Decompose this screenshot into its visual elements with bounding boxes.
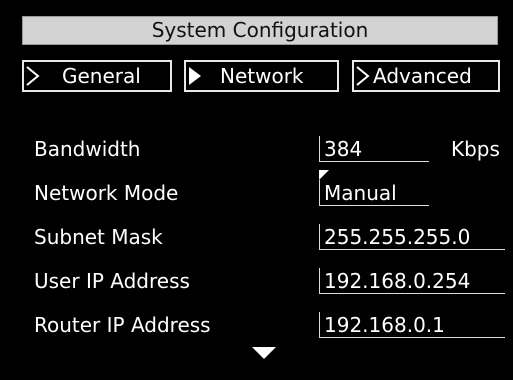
subnet-mask-field[interactable]: 255.255.255.0	[319, 224, 505, 250]
page-title: System Configuration	[22, 16, 498, 45]
router-ip-label: Router IP Address	[34, 313, 211, 337]
tab-label: Advanced	[373, 64, 472, 88]
user-ip-label: User IP Address	[34, 269, 190, 293]
chevron-right-icon	[26, 66, 40, 86]
tab-label: General	[62, 64, 141, 88]
chevron-right-icon	[356, 66, 370, 86]
bandwidth-unit: Kbps	[451, 137, 500, 161]
network-mode-label: Network Mode	[34, 181, 179, 205]
tab-general[interactable]: General	[22, 60, 172, 92]
bandwidth-field[interactable]: 384	[319, 136, 429, 162]
bandwidth-label: Bandwidth	[34, 137, 141, 161]
router-ip-field[interactable]: 192.168.0.1	[319, 312, 505, 338]
subnet-mask-label: Subnet Mask	[34, 225, 163, 249]
user-ip-field[interactable]: 192.168.0.254	[319, 268, 505, 294]
scroll-down-icon[interactable]	[252, 347, 276, 359]
dropdown-corner-icon	[319, 170, 329, 180]
tab-advanced[interactable]: Advanced	[352, 60, 500, 92]
tab-label: Network	[220, 64, 304, 88]
tab-network[interactable]: Network	[184, 60, 339, 92]
network-mode-select[interactable]: Manual	[319, 180, 429, 206]
triangle-right-icon	[189, 67, 201, 85]
